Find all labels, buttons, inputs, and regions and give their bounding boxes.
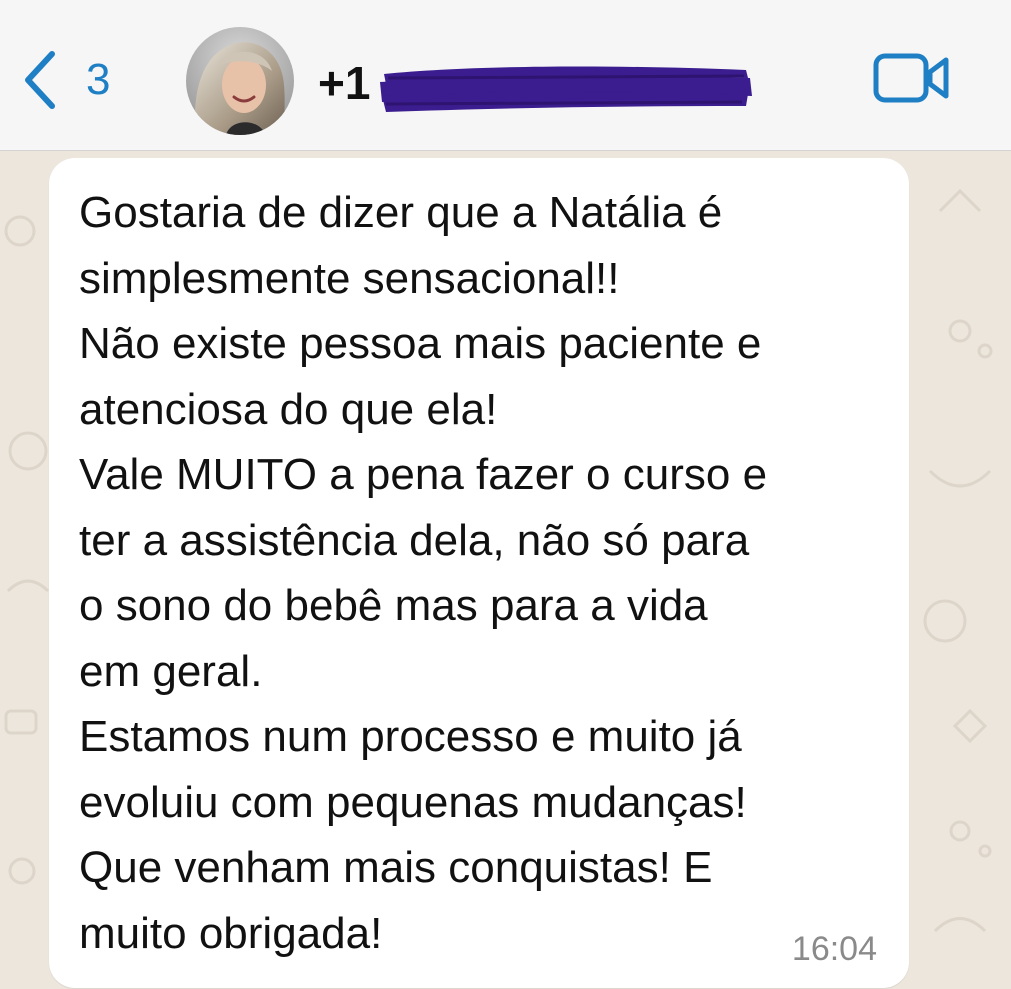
avatar-image bbox=[186, 27, 294, 135]
chevron-left-icon bbox=[25, 51, 55, 109]
contact-name-button[interactable]: +1 bbox=[318, 56, 758, 116]
contact-avatar[interactable] bbox=[186, 27, 294, 135]
chat-header: 3 +1 bbox=[0, 0, 1011, 151]
message-meta: 16:04 bbox=[49, 858, 909, 988]
message-timestamp: 16:04 bbox=[791, 930, 877, 968]
redaction-scribble bbox=[380, 66, 752, 112]
video-call-button[interactable] bbox=[872, 50, 952, 111]
unread-count: 3 bbox=[86, 55, 111, 104]
chat-screen: 3 +1 Gostaria de dizer que a Natália é s… bbox=[0, 0, 1011, 989]
back-button[interactable]: 3 bbox=[22, 50, 110, 110]
message-bubble[interactable]: Gostaria de dizer que a Natália é simple… bbox=[49, 158, 909, 988]
message-text: Gostaria de dizer que a Natália é simple… bbox=[79, 188, 768, 958]
contact-name: +1 bbox=[318, 57, 371, 109]
video-camera-icon bbox=[873, 53, 949, 103]
